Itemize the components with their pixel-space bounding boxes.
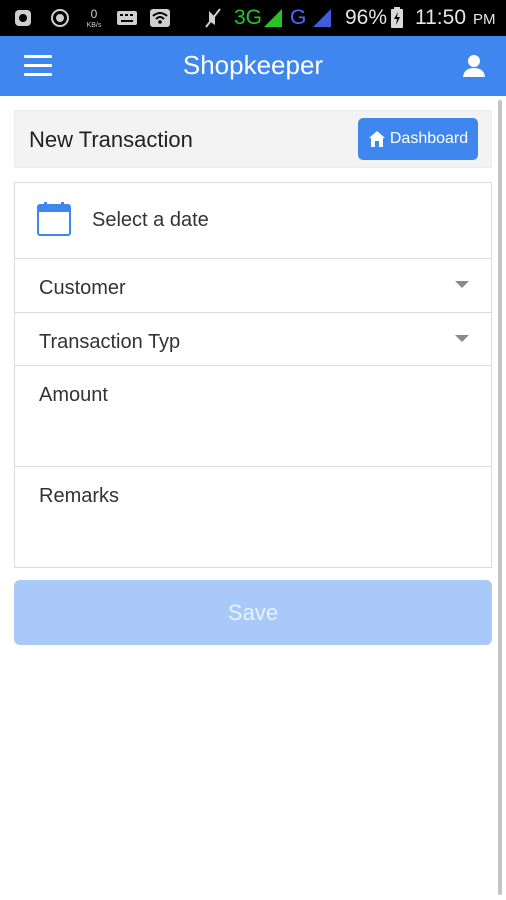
battery-charging-icon bbox=[390, 7, 404, 29]
customer-select[interactable]: Customer bbox=[15, 259, 491, 313]
battery-percentage: 96% bbox=[345, 6, 388, 29]
save-button[interactable]: Save bbox=[14, 580, 492, 645]
transaction-type-select[interactable]: Transaction Typ bbox=[15, 313, 491, 366]
mute-icon bbox=[203, 7, 223, 29]
clock-suffix: PM bbox=[473, 11, 496, 28]
scrollbar[interactable] bbox=[498, 100, 502, 895]
target-icon bbox=[50, 7, 70, 29]
clock-time: 11:50 bbox=[415, 6, 466, 29]
amount-field[interactable]: Amount bbox=[15, 366, 491, 467]
transaction-form: Select a date Customer Transaction Typ A… bbox=[14, 182, 492, 568]
data-speed-icon: 0 KB/s bbox=[84, 7, 104, 29]
dashboard-button[interactable]: Dashboard bbox=[358, 118, 478, 160]
calendar-icon bbox=[37, 202, 71, 236]
transaction-type-label: Transaction Typ bbox=[39, 331, 181, 353]
keyboard-icon bbox=[116, 7, 138, 29]
remarks-label: Remarks bbox=[39, 485, 120, 507]
dashboard-button-label: Dashboard bbox=[389, 130, 469, 147]
network-3g-label: 3G bbox=[234, 6, 263, 29]
app-title: Shopkeeper bbox=[182, 50, 324, 80]
app-bar: Shopkeeper bbox=[0, 36, 506, 96]
home-icon bbox=[368, 131, 385, 147]
amount-label: Amount bbox=[39, 384, 108, 406]
chevron-down-icon bbox=[455, 335, 469, 342]
signal-g-icon bbox=[311, 7, 333, 29]
date-picker-row[interactable]: Select a date bbox=[15, 183, 491, 259]
signal-3g-icon bbox=[262, 7, 284, 29]
svg-text:0: 0 bbox=[91, 7, 98, 21]
svg-text:KB/s: KB/s bbox=[87, 22, 102, 29]
network-g-label: G bbox=[290, 6, 307, 29]
date-placeholder: Select a date bbox=[92, 209, 209, 231]
page-title: New Transaction bbox=[29, 127, 193, 152]
customer-label: Customer bbox=[39, 277, 126, 299]
chevron-down-icon bbox=[455, 281, 469, 288]
notification-icon bbox=[14, 7, 32, 29]
page-header: New Transaction Dashboard bbox=[14, 110, 492, 168]
user-icon[interactable] bbox=[462, 54, 486, 78]
wifi-icon bbox=[149, 7, 171, 29]
status-bar: 0 KB/s 3G G 96% 11:50 PM bbox=[0, 0, 506, 36]
remarks-field[interactable]: Remarks bbox=[15, 467, 491, 567]
